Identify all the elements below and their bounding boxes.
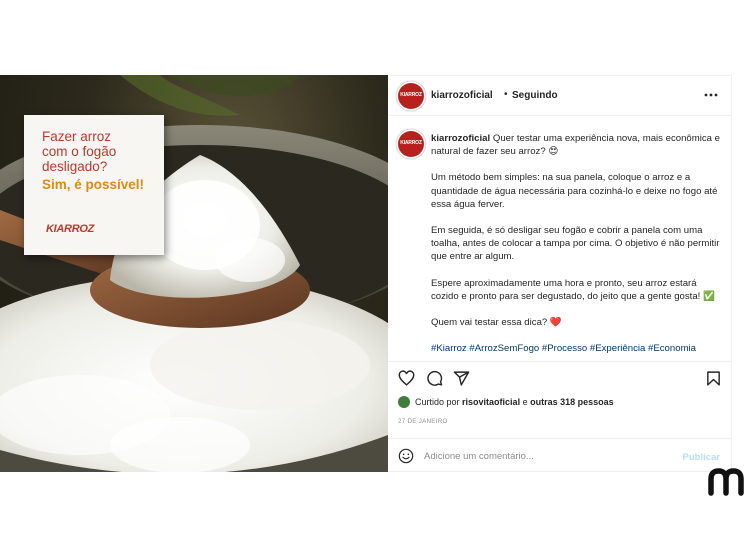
comment-bar: Publicar [388, 438, 732, 473]
heart-eyes-emoji: 😍 [548, 146, 559, 158]
likes-middle: e [522, 397, 528, 407]
likes-others-link[interactable]: outras 318 pessoas [530, 397, 614, 407]
post-date[interactable]: 27 DE JANEIRO [398, 418, 448, 425]
post-caption: kiarrozoficial Quer testar uma experiênc… [431, 132, 721, 368]
separator-dot: • [504, 89, 508, 100]
share-icon[interactable] [453, 370, 470, 387]
more-horizontal-icon[interactable] [704, 88, 718, 102]
liker-avatar[interactable] [398, 396, 410, 408]
bookmark-icon[interactable] [705, 370, 722, 387]
comment-icon[interactable] [426, 370, 443, 387]
avatar-logo: KIARROZ [400, 92, 422, 98]
heart-emoji: ❤️ [549, 317, 562, 329]
caption-paragraph: Espere aproximadamente uma hora e pronto… [431, 277, 701, 302]
likes-prefix: Curtido por [415, 397, 460, 407]
card-line: desligado? [42, 159, 108, 174]
m-logo-icon [708, 468, 744, 496]
following-button[interactable]: Seguindo [512, 90, 558, 101]
header-username[interactable]: kiarrozoficial [431, 90, 493, 101]
action-bar [388, 361, 732, 395]
avatar[interactable]: KIARROZ [398, 83, 424, 109]
comment-input[interactable] [424, 445, 664, 467]
check-emoji: ✅ [703, 290, 715, 302]
promo-card: Fazer arroz com o fogão desligado? Sim, … [24, 115, 164, 255]
post-header: KIARROZ kiarrozoficial • Seguindo [388, 76, 732, 116]
card-highlight: Sim, é possível! [42, 177, 145, 192]
caption-username[interactable]: kiarrozoficial [431, 133, 490, 144]
caption-avatar[interactable]: KIARROZ [398, 131, 424, 157]
heart-icon[interactable] [398, 370, 415, 387]
card-line: com o fogão [42, 144, 117, 159]
post-panel: KIARROZ kiarrozoficial • Seguindo KIARRO… [388, 75, 732, 472]
caption-question: Quem vai testar essa dica? [431, 317, 548, 329]
caption-paragraph: Um método bem simples: na sua panela, co… [431, 172, 718, 210]
card-brand-logo: KIARROZ [46, 223, 95, 235]
card-line: Fazer arroz [42, 129, 112, 144]
avatar-logo: KIARROZ [400, 140, 422, 146]
emoji-icon[interactable] [398, 448, 414, 464]
hashtags-link[interactable]: #Kiarroz #ArrozSemFogo #Processo #Experi… [431, 342, 721, 355]
post-image[interactable]: Fazer arroz com o fogão desligado? Sim, … [0, 75, 388, 472]
caption-paragraph: Em seguida, é só desligar seu fogão e co… [431, 225, 720, 263]
publish-button[interactable]: Publicar [683, 452, 721, 463]
liker-username[interactable]: risovitaoficial [462, 397, 520, 407]
